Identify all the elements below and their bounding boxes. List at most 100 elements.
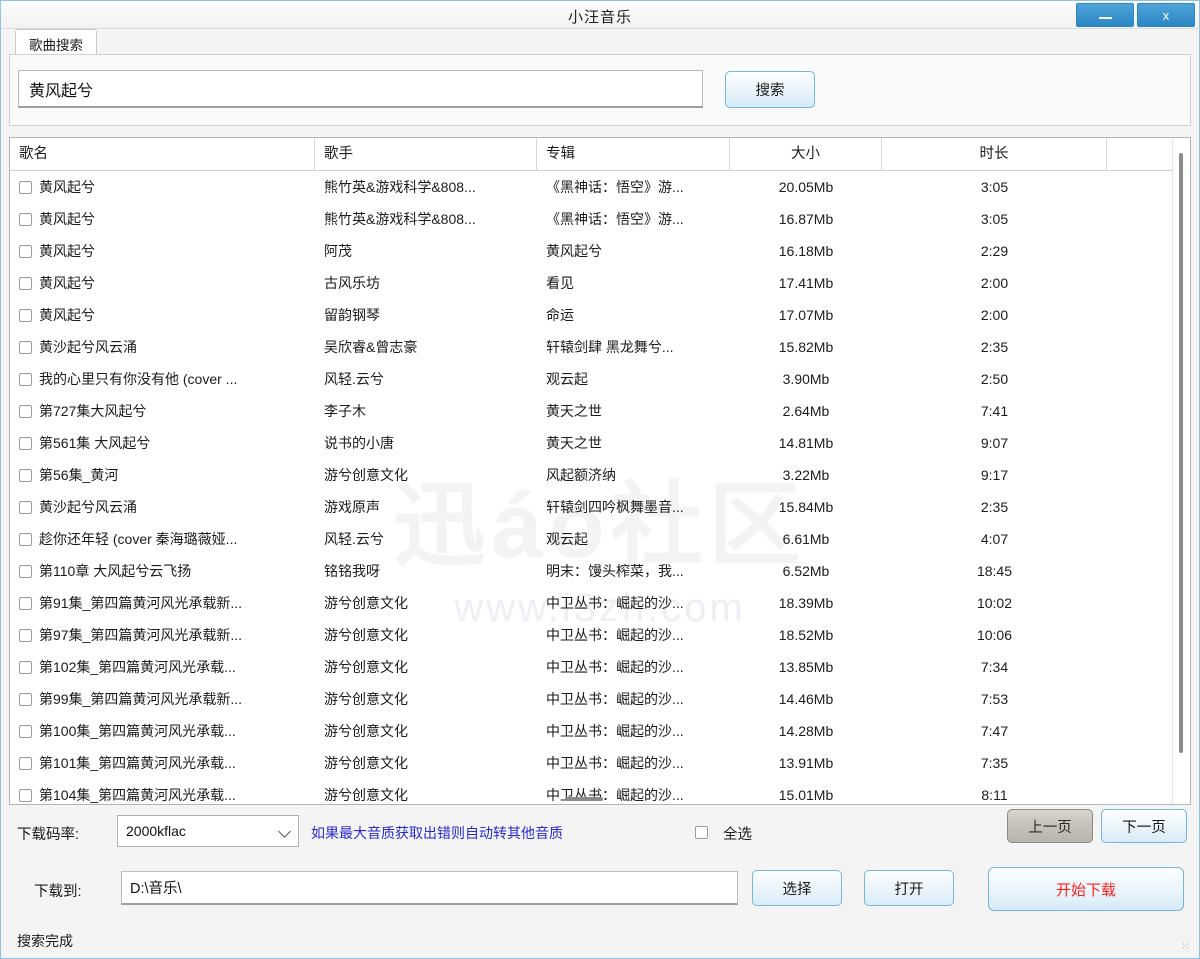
table-row[interactable]: 第91集_第四篇黄河风光承载新... 游兮创意文化 中卫丛书：崛起的沙... 18.3…: [10, 587, 1190, 619]
cell-duration: 3:05: [980, 211, 1009, 227]
row-checkbox[interactable]: [19, 180, 32, 194]
select-all-checkbox[interactable]: [695, 826, 708, 839]
cell-album: 黄风起兮: [546, 243, 602, 259]
table-row[interactable]: 第101集_第四篇黄河风光承载... 游兮创意文化 中卫丛书：崛起的沙... 13.9…: [10, 747, 1190, 779]
tab-strip: 歌曲搜索: [9, 29, 1191, 60]
cell-duration: 3:05: [980, 179, 1009, 195]
row-checkbox[interactable]: [19, 468, 32, 482]
table-row[interactable]: 黄风起兮 留韵钢琴 命运 17.07Mb 2:00: [10, 299, 1190, 331]
row-checkbox[interactable]: [19, 244, 32, 258]
table-row[interactable]: 第56集_黄河 游兮创意文化 风起额济纳 3.22Mb 9:17: [10, 459, 1190, 491]
row-checkbox[interactable]: [19, 692, 32, 706]
select-all-control[interactable]: 全选: [695, 823, 752, 844]
table-row[interactable]: 第561集 大风起兮 说书的小唐 黄天之世 14.81Mb 9:07: [10, 427, 1190, 459]
cell-album: 中卫丛书：崛起的沙...: [546, 723, 684, 739]
row-checkbox[interactable]: [19, 564, 32, 578]
row-checkbox[interactable]: [19, 756, 32, 770]
column-header-size[interactable]: 大小: [730, 138, 882, 171]
row-checkbox[interactable]: [19, 724, 32, 738]
table-row[interactable]: 黄沙起兮风云涌 游戏原声 轩辕剑四吟枫舞墨音... 15.84Mb 2:35: [10, 491, 1190, 523]
download-rate-select[interactable]: 2000kflac: [117, 815, 299, 847]
cell-name: 黄风起兮: [10, 171, 315, 203]
cell-name-text: 第91集_第四篇黄河风光承载新...: [39, 595, 243, 611]
table-row[interactable]: 第100集_第四篇黄河风光承载... 游兮创意文化 中卫丛书：崛起的沙... 14.2…: [10, 715, 1190, 747]
cell-artist: 熊竹英&游戏科学&808...: [324, 179, 476, 195]
vertical-scrollbar[interactable]: [1172, 139, 1189, 804]
cell-spacer: [1107, 715, 1172, 747]
cell-name: 第100集_第四篇黄河风光承载...: [10, 715, 315, 747]
cell-album: 中卫丛书：崛起的沙...: [546, 691, 684, 707]
cell-spacer: [1107, 299, 1172, 331]
row-checkbox[interactable]: [19, 436, 32, 450]
table-row[interactable]: 我的心里只有你没有他 (cover ... 风轻.云兮 观云起 3.90Mb 2:50: [10, 363, 1190, 395]
table-row[interactable]: 第99集_第四篇黄河风光承载新... 游兮创意文化 中卫丛书：崛起的沙... 14.4…: [10, 683, 1190, 715]
next-page-button[interactable]: 下一页: [1101, 809, 1187, 843]
row-checkbox[interactable]: [19, 596, 32, 610]
open-folder-button[interactable]: 打开: [864, 870, 954, 906]
table-row[interactable]: 第102集_第四篇黄河风光承载... 游兮创意文化 中卫丛书：崛起的沙... 13.8…: [10, 651, 1190, 683]
row-checkbox[interactable]: [19, 404, 32, 418]
row-checkbox[interactable]: [19, 788, 32, 802]
table-row[interactable]: 第110章 大风起兮云飞扬 铭铭我呀 明末：馒头榨菜，我... 6.52Mb 18:45: [10, 555, 1190, 587]
vertical-scrollbar-thumb[interactable]: [1179, 153, 1183, 753]
column-header-album[interactable]: 专辑: [537, 138, 730, 171]
cell-album: 中卫丛书：崛起的沙...: [546, 595, 684, 611]
cell-album: 《黑神话：悟空》游...: [546, 211, 684, 227]
search-panel: 搜索: [9, 54, 1191, 126]
table-row[interactable]: 第727集大风起兮 李子木 黄天之世 2.64Mb 7:41: [10, 395, 1190, 427]
cell-duration: 2:35: [980, 339, 1009, 355]
row-checkbox[interactable]: [19, 372, 32, 386]
row-checkbox[interactable]: [19, 500, 32, 514]
row-checkbox[interactable]: [19, 628, 32, 642]
cell-name-text: 黄风起兮: [39, 211, 95, 227]
cell-name-text: 第99集_第四篇黄河风光承载新...: [39, 691, 243, 707]
row-checkbox[interactable]: [19, 660, 32, 674]
row-checkbox[interactable]: [19, 276, 32, 290]
cell-duration: 9:17: [980, 467, 1009, 483]
cell-album: 风起额济纳: [546, 467, 616, 483]
prev-page-button[interactable]: 上一页: [1007, 809, 1093, 843]
cell-spacer: [1107, 619, 1172, 651]
quality-fallback-hint: 如果最大音质获取出错则自动转其他音质: [311, 825, 563, 841]
table-row[interactable]: 第97集_第四篇黄河风光承载新... 游兮创意文化 中卫丛书：崛起的沙... 18.5…: [10, 619, 1190, 651]
table-row[interactable]: 黄沙起兮风云涌 吴欣睿&曾志豪 轩辕剑肆 黑龙舞兮... 15.82Mb 2:35: [10, 331, 1190, 363]
row-checkbox[interactable]: [19, 340, 32, 354]
cell-size: 13.91Mb: [778, 755, 834, 771]
table-row[interactable]: 趁你还年轻 (cover 秦海璐薇娅... 风轻.云兮 观云起 6.61Mb 4:07: [10, 523, 1190, 555]
cell-name: 趁你还年轻 (cover 秦海璐薇娅...: [10, 523, 315, 555]
resize-grip-icon[interactable]: ⁙: [1181, 941, 1193, 953]
row-checkbox[interactable]: [19, 212, 32, 226]
cell-size: 18.39Mb: [778, 595, 834, 611]
cell-spacer: [1107, 779, 1172, 804]
minimize-button[interactable]: [1076, 3, 1134, 27]
cell-album: 黄天之世: [546, 435, 602, 451]
cell-artist: 游兮创意文化: [324, 787, 408, 803]
table-row[interactable]: 黄风起兮 古风乐坊 看见 17.41Mb 2:00: [10, 267, 1190, 299]
cell-spacer: [1107, 555, 1172, 587]
choose-folder-button[interactable]: 选择: [752, 870, 842, 906]
cell-artist: 游兮创意文化: [324, 659, 408, 675]
column-header-duration[interactable]: 时长: [882, 138, 1107, 171]
horizontal-scrollbar[interactable]: [565, 797, 615, 803]
horizontal-scrollbar-thumb[interactable]: [565, 797, 603, 801]
table-row[interactable]: 黄风起兮 阿茂 黄风起兮 16.18Mb 2:29: [10, 235, 1190, 267]
row-checkbox[interactable]: [19, 308, 32, 322]
start-download-button[interactable]: 开始下载: [988, 867, 1184, 911]
cell-artist: 游兮创意文化: [324, 627, 408, 643]
download-path-input[interactable]: [121, 871, 738, 905]
cell-name-text: 第727集大风起兮: [39, 403, 147, 419]
close-button[interactable]: x: [1137, 3, 1195, 27]
cell-name: 第101集_第四篇黄河风光承载...: [10, 747, 315, 779]
cell-name: 第91集_第四篇黄河风光承载新...: [10, 587, 315, 619]
search-input[interactable]: [18, 70, 703, 108]
table-row[interactable]: 黄风起兮 熊竹英&游戏科学&808... 《黑神话：悟空》游... 20.05Mb 3:…: [10, 171, 1190, 203]
search-button[interactable]: 搜索: [725, 71, 815, 108]
row-checkbox[interactable]: [19, 532, 32, 546]
cell-name: 第104集_第四篇黄河风光承载...: [10, 779, 315, 804]
column-header-artist[interactable]: 歌手: [315, 138, 537, 171]
table-row[interactable]: 黄风起兮 熊竹英&游戏科学&808... 《黑神话：悟空》游... 16.87Mb 3:…: [10, 203, 1190, 235]
cell-artist: 说书的小唐: [324, 435, 394, 451]
cell-name: 黄风起兮: [10, 299, 315, 331]
cell-spacer: [1107, 459, 1172, 491]
column-header-name[interactable]: 歌名: [10, 138, 315, 171]
